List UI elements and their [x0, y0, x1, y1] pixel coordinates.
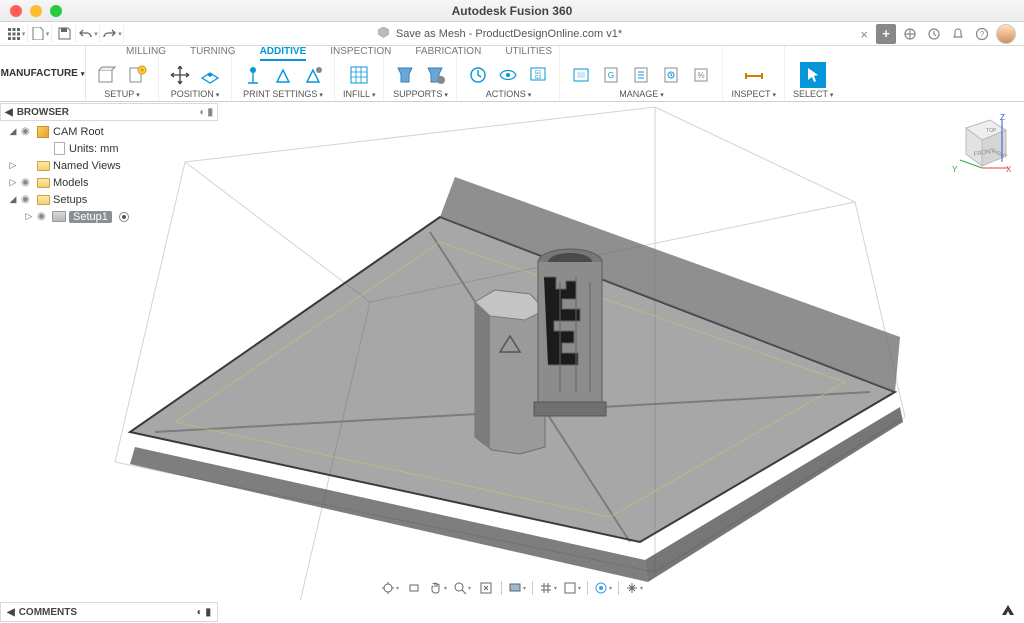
axis-y: Y: [952, 165, 958, 174]
comments-panel-header[interactable]: ◀ COMMENTS ◐ ▮: [0, 602, 218, 622]
select-arrow-icon[interactable]: [800, 62, 826, 88]
task-manager-icon[interactable]: [658, 62, 684, 88]
ribbon-group-label[interactable]: ACTIONS: [486, 89, 531, 99]
document-icon: [378, 27, 389, 40]
addins-icon[interactable]: %: [688, 62, 714, 88]
tab-turning[interactable]: TURNING: [190, 45, 236, 61]
title-bar: Autodesk Fusion 360: [0, 0, 1024, 22]
workspace-label: MANUFACTURE: [1, 68, 78, 79]
close-document-button[interactable]: ×: [860, 27, 868, 42]
undo-button[interactable]: [78, 25, 100, 43]
tree-row-named-views[interactable]: ▷ Named Views: [6, 157, 218, 174]
extensions-icon[interactable]: [900, 24, 920, 44]
axis-x: X: [1006, 165, 1012, 174]
pan-icon[interactable]: [429, 579, 447, 597]
comments-settings-icon[interactable]: ◐ ▮: [197, 607, 211, 618]
ribbon-group-label[interactable]: MANAGE: [619, 89, 663, 99]
move-icon[interactable]: [167, 62, 193, 88]
template-library-icon[interactable]: [628, 62, 654, 88]
fit-icon[interactable]: [477, 579, 495, 597]
zoom-icon[interactable]: [453, 579, 471, 597]
print-setting-icon[interactable]: [270, 62, 296, 88]
print-setting-icon[interactable]: [240, 62, 266, 88]
display-settings-icon[interactable]: [508, 579, 526, 597]
measure-icon[interactable]: [741, 62, 767, 88]
ribbon-group-label[interactable]: SUPPORTS: [393, 89, 448, 99]
generate-icon[interactable]: [465, 62, 491, 88]
help-icon[interactable]: ?: [972, 24, 992, 44]
svg-text:G: G: [608, 71, 614, 80]
file-menu-button[interactable]: [30, 25, 52, 43]
notifications-icon[interactable]: [948, 24, 968, 44]
ribbon-group-label[interactable]: POSITION: [171, 89, 219, 99]
redo-button[interactable]: [102, 25, 124, 43]
tab-fabrication[interactable]: FABRICATION: [415, 45, 481, 61]
support-bar-icon[interactable]: [392, 62, 418, 88]
workspace-switcher[interactable]: MANUFACTURE: [0, 46, 86, 101]
tree-row-models[interactable]: ▷◉ Models: [6, 174, 218, 191]
comments-label: COMMENTS: [19, 607, 197, 618]
grid-settings-icon[interactable]: [539, 579, 557, 597]
ribbon-group-label[interactable]: INFILL: [343, 89, 375, 99]
look-at-icon[interactable]: [405, 579, 423, 597]
print-setting-icon[interactable]: [300, 62, 326, 88]
new-setup-icon[interactable]: [94, 62, 120, 88]
machine-library-icon[interactable]: [568, 62, 594, 88]
autodesk-logo-icon: [1000, 602, 1016, 618]
document-name: Save as Mesh - ProductDesignOnline.com v…: [396, 28, 622, 40]
document-tab[interactable]: Save as Mesh - ProductDesignOnline.com v…: [124, 27, 876, 40]
tab-milling[interactable]: MILLING: [126, 45, 166, 61]
browser-tree: ◢◉ CAM Root Units: mm ▷ Named Views ▷◉ M…: [0, 121, 218, 227]
ribbon-group-label[interactable]: INSPECT: [731, 89, 775, 99]
effects-icon[interactable]: [625, 579, 643, 597]
user-avatar[interactable]: [996, 24, 1016, 44]
job-status-icon[interactable]: [924, 24, 944, 44]
visibility-toggle[interactable]: ◉: [21, 126, 33, 137]
tool-library-icon[interactable]: G: [598, 62, 624, 88]
browser-settings-icon[interactable]: ◐: [199, 107, 205, 118]
app-menu-button[interactable]: [6, 25, 28, 43]
tree-row-cam-root[interactable]: ◢◉ CAM Root: [6, 123, 218, 140]
save-button[interactable]: [54, 25, 76, 43]
visibility-toggle[interactable]: ◉: [37, 211, 49, 222]
view-cube[interactable]: FRONT TOP RIGHT X Y Z: [950, 110, 1014, 178]
ribbon-group-label[interactable]: SELECT: [793, 89, 833, 99]
navigation-bar: [375, 578, 649, 598]
nc-program-icon[interactable]: [124, 62, 150, 88]
tree-row-setups[interactable]: ◢◉ Setups: [6, 191, 218, 208]
simulate-icon[interactable]: [495, 62, 521, 88]
visibility-toggle[interactable]: ◉: [21, 194, 33, 205]
svg-text:G2: G2: [535, 75, 542, 81]
browser-header[interactable]: ◀ BROWSER ◐▮: [0, 103, 218, 121]
infill-icon[interactable]: [346, 62, 372, 88]
snap-settings-icon[interactable]: [563, 579, 581, 597]
tree-row-setup1[interactable]: ▷◉ Setup1: [6, 208, 218, 225]
viewports-icon[interactable]: [594, 579, 612, 597]
tree-row-units[interactable]: Units: mm: [6, 140, 218, 157]
window-title: Autodesk Fusion 360: [0, 4, 1024, 18]
post-process-icon[interactable]: G1G2: [525, 62, 551, 88]
visibility-toggle[interactable]: ◉: [21, 177, 33, 188]
quick-access-toolbar: Save as Mesh - ProductDesignOnline.com v…: [0, 22, 1024, 46]
new-design-button[interactable]: +: [876, 24, 896, 44]
ribbon-group-label[interactable]: PRINT SETTINGS: [243, 89, 323, 99]
browser-pin-icon[interactable]: ▮: [207, 107, 213, 118]
tab-utilities[interactable]: UTILITIES: [505, 45, 552, 61]
svg-text:?: ?: [980, 30, 985, 39]
ribbon-group-label[interactable]: SETUP: [104, 89, 139, 99]
svg-text:%: %: [698, 71, 705, 80]
ribbon-tabs: MILLING TURNING ADDITIVE INSPECTION FABR…: [86, 45, 1024, 61]
active-setup-radio[interactable]: [119, 212, 129, 222]
orbit-icon[interactable]: [381, 579, 399, 597]
tab-inspection[interactable]: INSPECTION: [330, 45, 391, 61]
browser-title: BROWSER: [17, 107, 200, 118]
tab-additive[interactable]: ADDITIVE: [260, 45, 307, 61]
browser-panel: ◀ BROWSER ◐▮ ◢◉ CAM Root Units: mm ▷ Nam…: [0, 103, 218, 227]
arrange-icon[interactable]: [197, 62, 223, 88]
ribbon: MANUFACTURE MILLING TURNING ADDITIVE INS…: [0, 46, 1024, 102]
viewcube-top: TOP: [986, 128, 997, 134]
support-volume-icon[interactable]: [422, 62, 448, 88]
